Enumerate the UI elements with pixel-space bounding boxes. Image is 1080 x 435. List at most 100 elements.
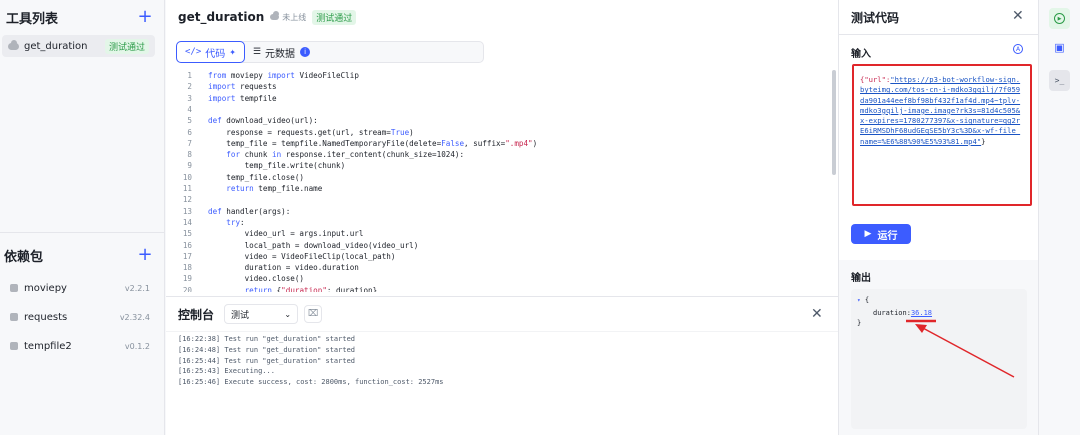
code-line: 19 video.close() [166, 273, 826, 284]
test-output: ▾ { duration:36.18 } [851, 289, 1027, 429]
tab-code[interactable]: </> 代码 ✦ [176, 41, 245, 63]
line-number: 10 [182, 172, 192, 182]
run-button[interactable]: ▶ 运行 [851, 224, 911, 244]
output-value: 36.18 [910, 309, 933, 317]
line-number: 12 [182, 195, 192, 205]
line-number: 4 [187, 104, 192, 114]
code-editor[interactable]: 1 from moviepy import VideoFileClip 2 impor… [166, 68, 838, 292]
package-icon [10, 313, 18, 321]
console-mode-select[interactable]: 测试 ⌄ [224, 304, 299, 324]
code-line: 15 video_url = args.input.url [166, 228, 826, 239]
dependency-item[interactable]: tempfile2 v0.1.2 [10, 338, 150, 354]
collapse-icon[interactable]: ▾ [857, 297, 861, 304]
cloud-icon [270, 11, 280, 20]
test-status-badge: 测试通过 [312, 9, 357, 25]
line-number: 1 [187, 71, 192, 80]
cloud-icon [8, 39, 19, 50]
code-line: 9 temp_file.write(chunk) [166, 160, 826, 171]
dependency-version: v0.1.2 [124, 341, 150, 351]
editor-tabs: </> 代码 ✦ ☰ 元数据 i [176, 41, 484, 63]
tools-header: 工具列表 + [0, 0, 165, 34]
output-label: 输出 [851, 273, 871, 284]
code-icon: </> [185, 47, 202, 57]
close-test-panel-button[interactable]: ✕ [1012, 8, 1024, 24]
editor-scrollbar[interactable] [832, 70, 836, 175]
sparkle-icon: ✦ [229, 47, 236, 57]
code-text: video = VideoFileClip(local_path) [208, 251, 396, 261]
tool-name: get_duration [24, 40, 88, 52]
line-number: 7 [187, 138, 192, 148]
function-header: get_duration 未上线 测试通过 [166, 0, 838, 34]
test-run-panel-button[interactable]: ▶ [1049, 8, 1070, 29]
code-text: local_path = download_video(video_url) [208, 240, 419, 250]
line-number: 2 [187, 82, 192, 92]
code-text: def handler(args): [208, 206, 291, 216]
monitor-icon: ▣ [1054, 41, 1065, 54]
terminal-icon: >_ [1054, 76, 1065, 85]
code-line: 12 [166, 194, 826, 205]
code-line: 2 import requests [166, 81, 826, 92]
line-number: 13 [182, 206, 192, 216]
line-number: 15 [182, 229, 192, 239]
tab-metadata[interactable]: ☰ 元数据 i [245, 42, 318, 62]
code-text: import requests [208, 82, 277, 92]
monitor-panel-button[interactable]: ▣ [1049, 37, 1070, 58]
tab-code-label: 代码 [205, 48, 226, 60]
output-key: duration: [873, 309, 911, 317]
clear-console-button[interactable]: ⌧ [304, 305, 323, 323]
tab-metadata-label: 元数据 [265, 48, 296, 60]
dependency-name: tempfile2 [24, 340, 72, 352]
tools-title: 工具列表 [6, 11, 59, 27]
tool-item-get-duration[interactable]: get_duration 测试通过 [2, 35, 155, 57]
test-input-editor[interactable]: {"url":"https://p3-bot-workflow-sign.byt… [852, 64, 1032, 206]
code-line: 14 try: [166, 217, 826, 228]
code-text: video_url = args.input.url [208, 229, 364, 239]
tool-status-badge: 测试通过 [104, 38, 149, 54]
code-text: duration = video.duration [208, 263, 359, 273]
code-line: 20 return {"duration": duration} [166, 285, 826, 292]
code-line: 13 def handler(args): [166, 206, 826, 217]
broom-icon: ⌧ [307, 309, 319, 319]
line-number: 9 [187, 161, 192, 171]
code-text: try: [226, 217, 245, 227]
code-text: temp_file = tempfile.NamedTemporaryFile(… [208, 138, 538, 148]
log-line: [16:25:43] Executing... [178, 367, 275, 376]
input-label: 输入 [851, 49, 871, 60]
line-number: 8 [187, 150, 192, 160]
play-circle-icon: ▶ [1054, 13, 1065, 24]
code-line: 3 import tempfile [166, 93, 826, 104]
line-number: 5 [187, 116, 192, 126]
offline-status-label: 未上线 [282, 12, 307, 22]
play-icon: ▶ [864, 229, 872, 239]
terminal-panel-button[interactable]: >_ [1049, 70, 1070, 91]
line-number: 17 [182, 251, 192, 261]
line-number: 18 [182, 263, 192, 273]
code-line: 18 duration = video.duration [166, 262, 826, 273]
input-section: 输入 A {"url":"https://p3-bot-workflow-sig… [839, 34, 1039, 260]
log-line: [16:22:38] Test run "get_duration" start… [178, 335, 356, 343]
output-open: ▾ { [857, 296, 869, 304]
ai-generate-icon[interactable]: A [1013, 44, 1023, 54]
dependency-item[interactable]: moviepy v2.2.1 [10, 280, 150, 296]
code-line: 1 from moviepy import VideoFileClip [166, 70, 826, 81]
code-line: 4 [166, 104, 826, 115]
test-panel-title: 测试代码 [851, 10, 900, 25]
function-title: get_duration [178, 10, 265, 24]
line-number: 14 [182, 217, 192, 227]
code-text: temp_file.close() [208, 172, 305, 182]
dependency-item[interactable]: requests v2.32.4 [10, 309, 150, 325]
add-tool-button[interactable]: + [137, 8, 153, 26]
log-line: [16:24:48] Test run "get_duration" start… [178, 345, 356, 354]
close-console-button[interactable]: ✕ [811, 306, 823, 322]
test-panel: 测试代码 ✕ 输入 A {"url":"https://p3-bot-workf… [838, 0, 1039, 435]
package-icon [10, 342, 18, 350]
output-row: duration:36.18 [873, 309, 932, 317]
input-json-key: {"url": [860, 75, 891, 84]
code-text: def download_video(url): [208, 116, 318, 126]
add-dependency-button[interactable]: + [137, 246, 153, 264]
editor-area: get_duration 未上线 测试通过 </> 代码 ✦ ☰ 元数据 i 1… [166, 0, 838, 435]
code-text: import tempfile [208, 93, 277, 103]
code-text: response = requests.get(url, stream=True… [208, 127, 414, 137]
line-number: 19 [182, 274, 192, 284]
input-json-close: } [981, 136, 986, 146]
